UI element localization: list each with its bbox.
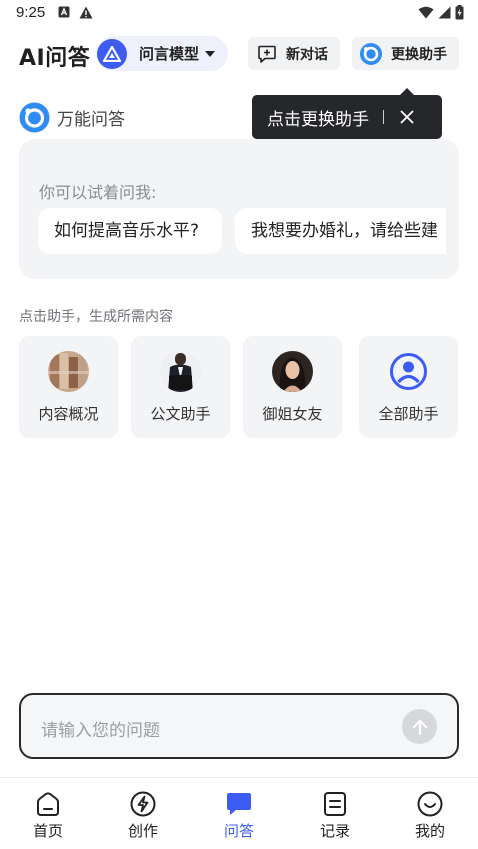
create-icon [130,791,156,817]
question-input[interactable]: 请输入您的问题 [19,693,459,759]
page-title: AI问答 [19,46,91,71]
suggestion-card: 你可以试着问我: 如何提高音乐水平? 我想要办婚礼，请给些建 [19,139,459,279]
nav-item-qa[interactable]: 问答 [199,790,279,841]
nav-item-profile[interactable]: 我的 [390,790,470,841]
notification-a-icon [58,6,70,18]
content-overview-avatar [48,351,89,392]
new-chat-icon [258,45,276,63]
suggestion-hint: 你可以试着问我: [39,183,157,202]
chat-icon [227,793,251,815]
nav-label: 我的 [414,822,445,840]
close-icon[interactable] [400,110,414,124]
suggestion-chips: 如何提高音乐水平? 我想要办婚礼，请给些建 [38,208,446,254]
question-input-placeholder: 请输入您的问题 [41,721,160,741]
records-icon [324,792,346,816]
home-icon [37,792,59,816]
model-selector[interactable]: 问言模型 [96,36,228,71]
caret-down-icon [205,50,216,57]
tooltip-text: 点击更换助手 [267,109,369,130]
app-screen: 9:25 AI问答 问言模型 新对话 更换助手 万能问答 你可以试着问我: 如何… [0,0,478,849]
assistant-logo-icon [19,102,50,132]
current-assistant: 万能问答 [19,101,125,133]
status-time: 9:25 [16,4,46,21]
nav-label: 问答 [223,822,254,840]
nav-label: 记录 [319,822,350,840]
nav-label: 创作 [127,822,158,840]
nav-item-home[interactable]: 首页 [8,790,88,841]
nav-item-create[interactable]: 创作 [103,790,183,841]
model-logo-icon [97,38,127,69]
wifi-icon [418,6,434,19]
switch-assistant-button[interactable]: 更换助手 [352,37,459,70]
helper-card-content-overview[interactable]: 内容概况 [19,336,118,438]
tooltip-divider [383,110,384,124]
helper-label: 全部助手 [378,405,439,423]
suggestion-chip[interactable]: 如何提高音乐水平? [38,208,222,254]
nav-label: 首页 [32,822,63,840]
nav-item-records[interactable]: 记录 [295,790,375,841]
new-chat-button[interactable]: 新对话 [248,37,340,70]
assistant-name: 万能问答 [57,109,125,130]
warning-icon [79,6,93,19]
switch-assistant-tooltip: 点击更换助手 [252,88,442,139]
send-button[interactable] [402,709,437,744]
helper-card-all-assistants[interactable]: 全部助手 [359,336,458,438]
new-chat-label: 新对话 [286,46,328,63]
app-header: AI问答 问言模型 新对话 更换助手 [0,36,478,72]
arrow-up-icon [412,719,427,735]
bottom-nav: 首页 创作 问答 记录 我的 [0,777,478,849]
battery-icon [455,5,464,20]
switch-assistant-label: 更换助手 [391,46,447,63]
helper-card-girlfriend[interactable]: 御姐女友 [243,336,342,438]
helper-label: 内容概况 [38,405,99,423]
helper-card-document-assistant[interactable]: 公文助手 [131,336,230,438]
assistant-swap-icon [360,42,382,65]
helper-label: 御姐女友 [262,405,323,423]
helper-label: 公文助手 [150,405,211,423]
status-bar: 9:25 [0,0,478,26]
model-label: 问言模型 [139,45,200,63]
all-assistants-user-icon [388,351,429,392]
helpers-title: 点击助手，生成所需内容 [19,309,173,325]
signal-icon [438,6,451,19]
document-assistant-avatar [160,351,201,392]
girlfriend-avatar [272,351,313,392]
profile-icon [417,791,443,817]
suggestion-chip[interactable]: 我想要办婚礼，请给些建 [235,208,446,254]
